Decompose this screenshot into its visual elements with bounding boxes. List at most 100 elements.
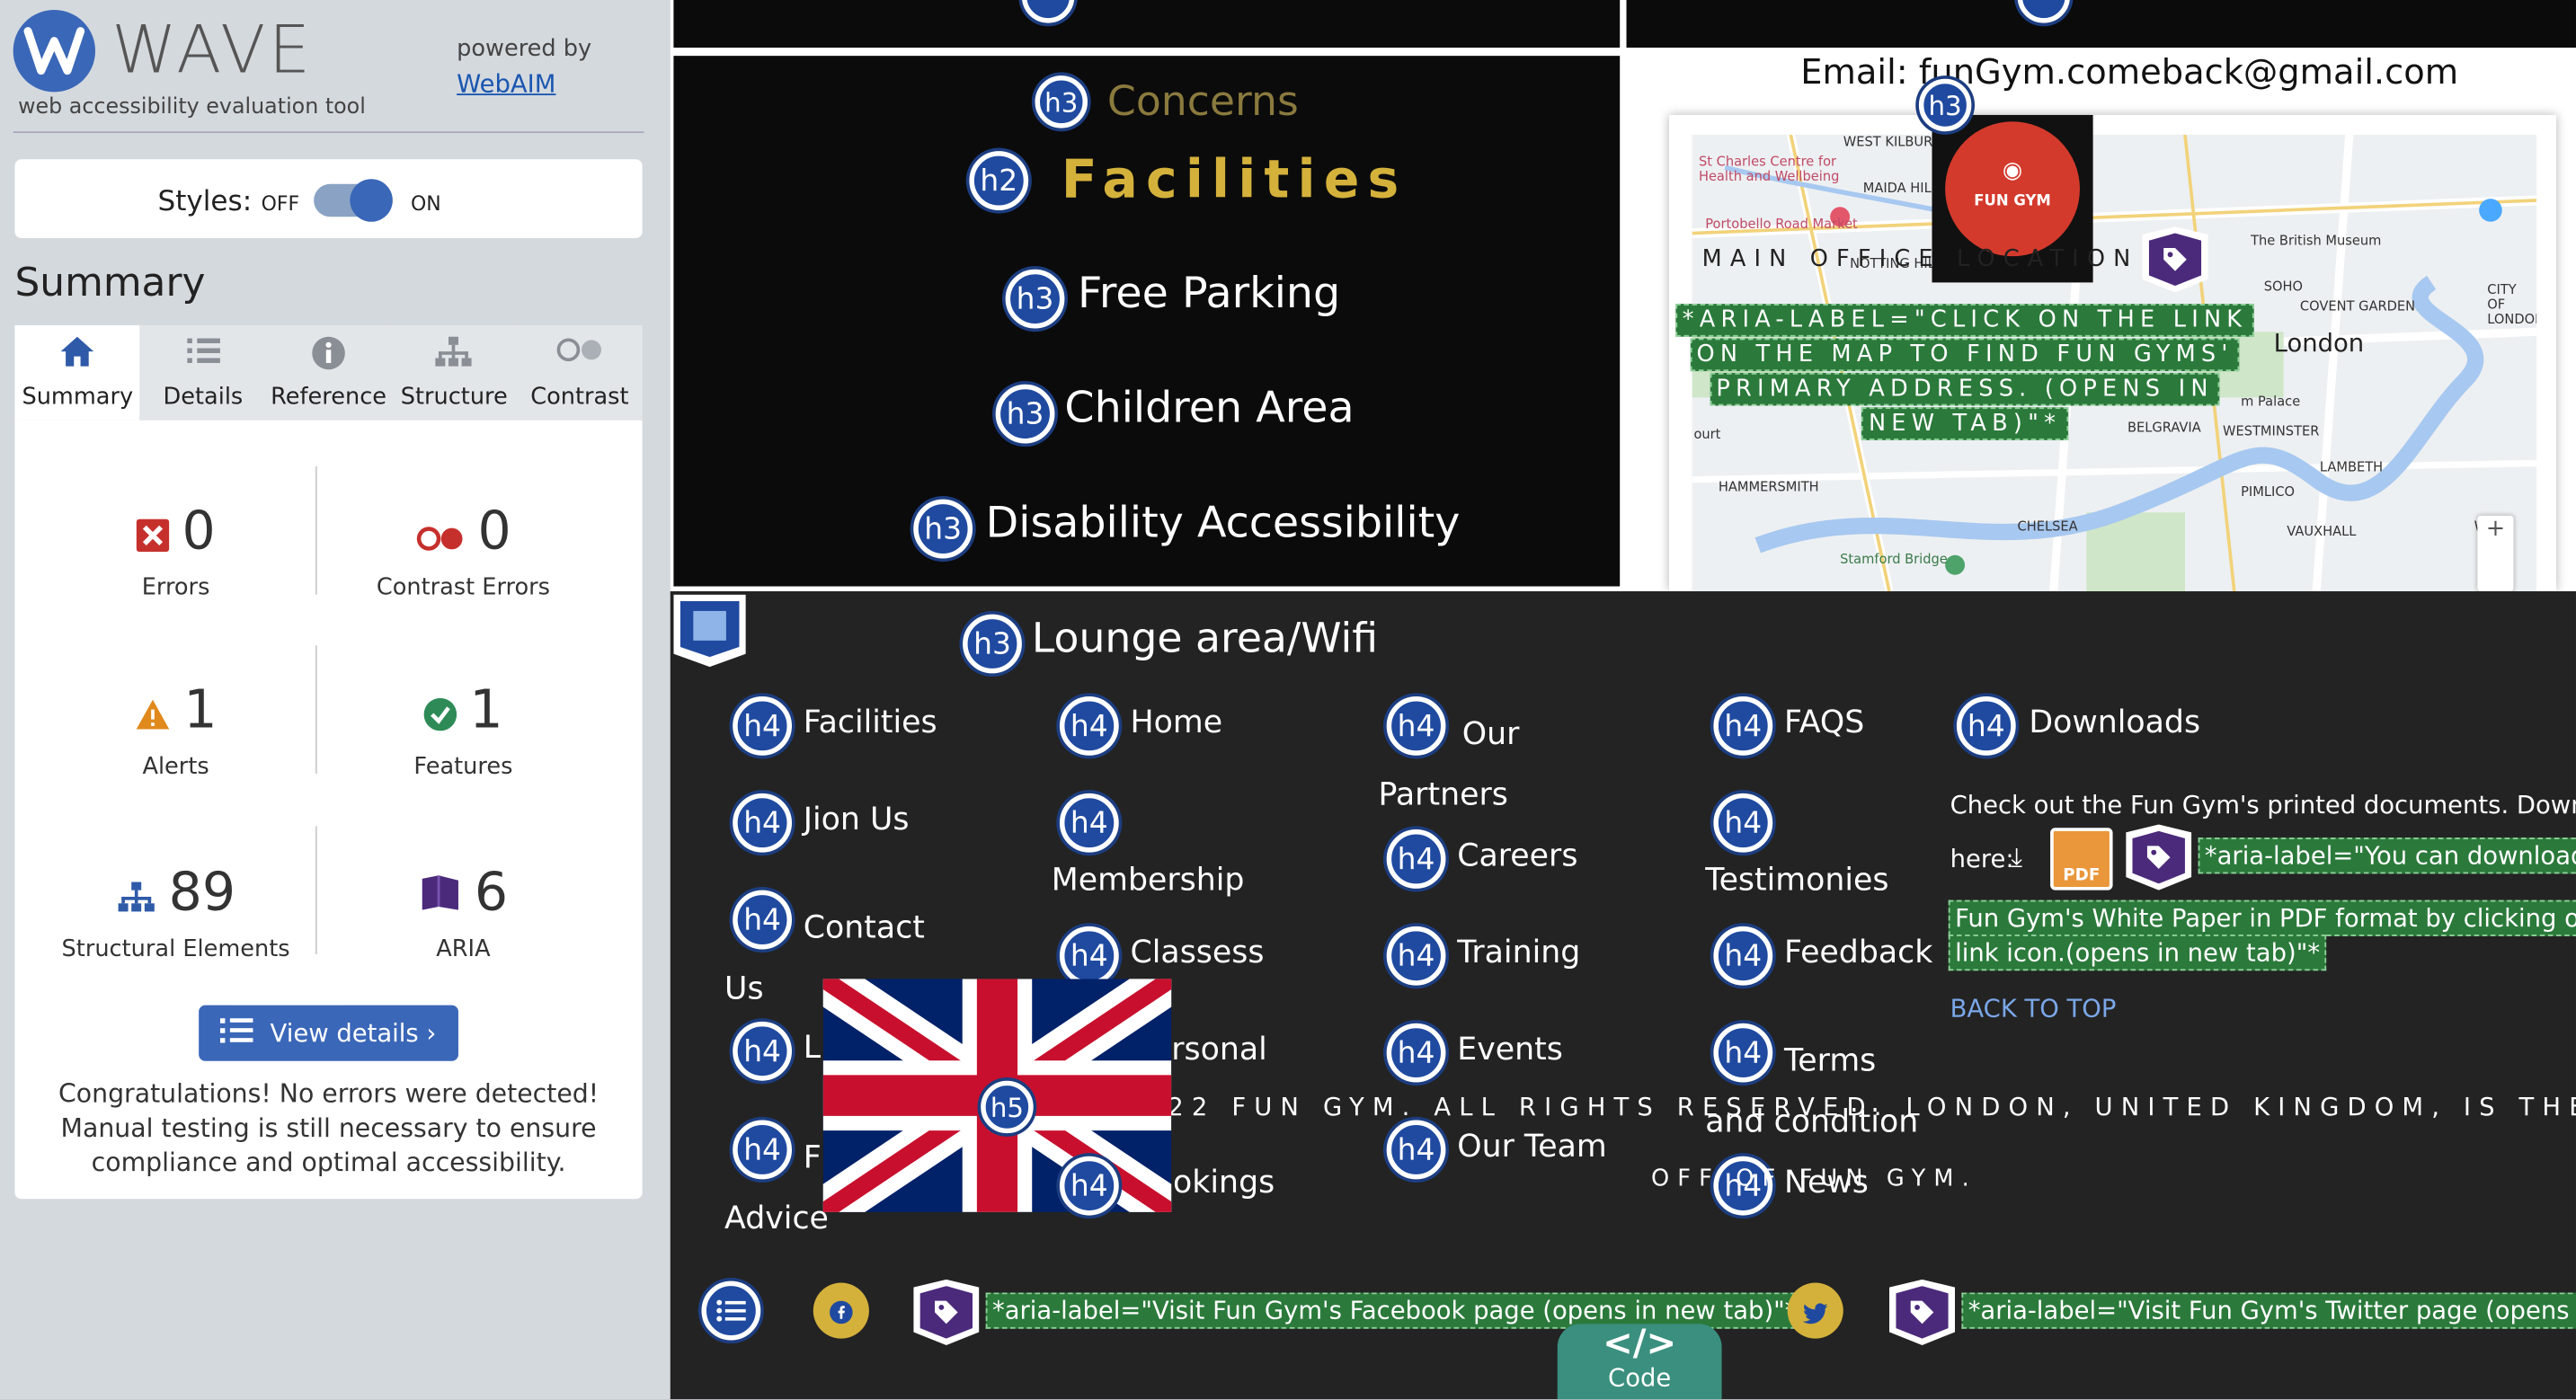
footer-link-bookings[interactable]: okings [1173, 1165, 1275, 1201]
footer-link-classess[interactable]: Classess [1131, 935, 1265, 970]
footer-link-careers[interactable]: Careers [1457, 837, 1577, 873]
footer-link-testimonies[interactable]: Testimonies [1705, 863, 1888, 899]
facebook-icon[interactable] [813, 1282, 869, 1339]
aria-stat[interactable]: 6 ARIA [315, 861, 611, 962]
h3-badge-icon: h3 [1918, 78, 1972, 132]
h4-badge-icon: h4 [1713, 793, 1773, 853]
tab-label: Structure [400, 384, 508, 411]
site-footer: h3 Lounge area/Wifi h4 Facilities h4 Jio… [670, 591, 2576, 1400]
h3-badge-icon: h3 [995, 384, 1055, 444]
view-details-button[interactable]: View details › [199, 1005, 458, 1061]
map-label-city: CITY OF LONDON [2487, 282, 2536, 327]
concerns-heading: Concerns [1106, 76, 1299, 125]
info-icon [266, 335, 392, 375]
map-aria-line: NEW TAB)"* [1861, 407, 2068, 440]
features-stat[interactable]: 1 Features [315, 678, 611, 780]
downloads-text: Check out the Fun Gym's printed document… [1950, 790, 2576, 820]
zoom-control[interactable]: + [2477, 515, 2514, 592]
footer-link-personal[interactable]: rsonal [1171, 1032, 1267, 1068]
list-badge-icon [701, 1280, 761, 1341]
facilities-heading: Facilities [1061, 147, 1408, 210]
contrast-errors-stat[interactable]: 0 Contrast Errors [315, 500, 611, 601]
uk-flag-image: h5 [810, 959, 1185, 1232]
children-area-heading: Children Area [1064, 384, 1355, 434]
h4-badge-icon: h4 [1713, 696, 1773, 756]
styles-off-label: OFF [261, 191, 300, 216]
error-icon [136, 502, 169, 564]
congrats-message: Congratulations! No errors were detected… [58, 1078, 600, 1178]
errors-count: 0 [182, 499, 216, 563]
errors-label: Errors [141, 574, 210, 601]
code-icon: </> [1603, 1324, 1677, 1365]
h4-badge-icon: h4 [1713, 926, 1773, 986]
pdf-alert-icon: PDF [2050, 828, 2113, 891]
download-aria-label: *aria-label="You can download [2198, 837, 2576, 874]
styles-toggle-box: Styles: OFF ON [14, 159, 643, 239]
email-text: Email: funGym.comeback@gmail.com [1800, 52, 2459, 93]
lounge-heading: Lounge area/Wifi [1031, 614, 1379, 662]
divider [13, 131, 644, 134]
aria-label-text: ARIA [436, 935, 491, 963]
footer-link-events[interactable]: Events [1457, 1032, 1563, 1068]
h3-badge-icon: h3 [1005, 269, 1065, 329]
structural-stat[interactable]: 89 Structural Elements [28, 861, 324, 962]
styles-toggle[interactable] [314, 179, 393, 222]
alerts-label: Alerts [142, 753, 209, 781]
footer-link-facilities[interactable]: Facilities [804, 704, 937, 740]
tab-summary[interactable]: Summary [14, 324, 141, 421]
summary-panel: 0 Errors 0 Contrast Errors 1 Alerts 1 Fe… [14, 420, 643, 1200]
footer-link-feedback[interactable]: Feedback [1784, 935, 1932, 970]
tab-reference[interactable]: Reference [265, 324, 392, 421]
structural-count: 89 [168, 860, 236, 924]
tab-details[interactable]: Details [140, 324, 266, 421]
twitter-icon[interactable] [1787, 1282, 1843, 1339]
footer-link-our-partners[interactable]: Our Partners [1379, 704, 1609, 826]
webaim-link[interactable]: WebAIM [457, 69, 555, 99]
contact-section-top [673, 0, 1621, 49]
code-toggle-button[interactable]: </> Code [1557, 1324, 1722, 1400]
twitter-aria-label: *aria-label="Visit Fun Gym's Twitter pag… [1961, 1292, 2576, 1329]
fun-gym-logo-text: FUN GYM [1974, 193, 2051, 210]
styles-on-label: ON [410, 191, 441, 216]
download-aria-label: Fun Gym's White Paper in PDF format by c… [1948, 899, 2576, 936]
footer-link-training[interactable]: Training [1457, 935, 1580, 970]
footer-link-our-team[interactable]: Our Team [1457, 1129, 1606, 1165]
map-aria-label-block: *ARIA-LABEL="CLICK ON THE LINK ON THE MA… [1653, 302, 2278, 440]
fun-gym-logo-icon[interactable]: ◉ FUN GYM [1945, 121, 2080, 257]
hours-section-top [1626, 0, 2576, 49]
back-to-top-link[interactable]: BACK TO TOP [1950, 994, 2117, 1023]
h4-badge-icon: h4 [1386, 926, 1446, 986]
h3-badge-icon: h3 [913, 499, 973, 559]
download-icon[interactable]: ⤓ [2011, 841, 2022, 874]
footer-link-home[interactable]: Home [1131, 704, 1223, 740]
free-parking-heading: Free Parking [1078, 269, 1341, 319]
h4-badge-icon: h4 [733, 696, 792, 756]
footer-link-faqs[interactable]: FAQS [1784, 704, 1864, 740]
h4-badge-icon: h4 [733, 793, 792, 853]
contrast-errors-count: 0 [477, 499, 511, 563]
tab-label: Details [163, 384, 244, 411]
dumbbell-icon: ◉ [2002, 157, 2023, 184]
aria-icon [419, 864, 462, 926]
h2-badge-icon: h2 [969, 151, 1029, 210]
powered-by-text: powered by [457, 36, 592, 63]
h4-badge-icon: h4 [1386, 829, 1446, 889]
h4-badge-icon: h4 [1956, 696, 2016, 756]
downloads-heading: Downloads [2029, 704, 2201, 741]
footer-link-l[interactable]: L [804, 1030, 821, 1066]
footer-link-membership[interactable]: Membership [1052, 863, 1245, 899]
wave-title: WAVE [111, 13, 314, 89]
footer-link-join-us[interactable]: Jion Us [804, 802, 910, 837]
tab-contrast[interactable]: Contrast [517, 324, 643, 421]
downloads-here-text: here: [1950, 844, 2014, 874]
wave-tabs: Summary Details Reference Structure Cont… [14, 324, 643, 421]
alert-icon [135, 682, 171, 744]
alerts-stat[interactable]: 1 Alerts [28, 678, 324, 780]
tab-structure[interactable]: Structure [391, 324, 518, 421]
h3-badge-icon: h3 [963, 614, 1022, 674]
tab-label: Contrast [530, 384, 629, 411]
h4-badge-icon: h4 [1059, 696, 1119, 756]
map-label-lambeth: LAMBETH [2319, 459, 2384, 475]
errors-stat[interactable]: 0 Errors [28, 500, 324, 601]
view-details-label: View details › [270, 1018, 437, 1049]
